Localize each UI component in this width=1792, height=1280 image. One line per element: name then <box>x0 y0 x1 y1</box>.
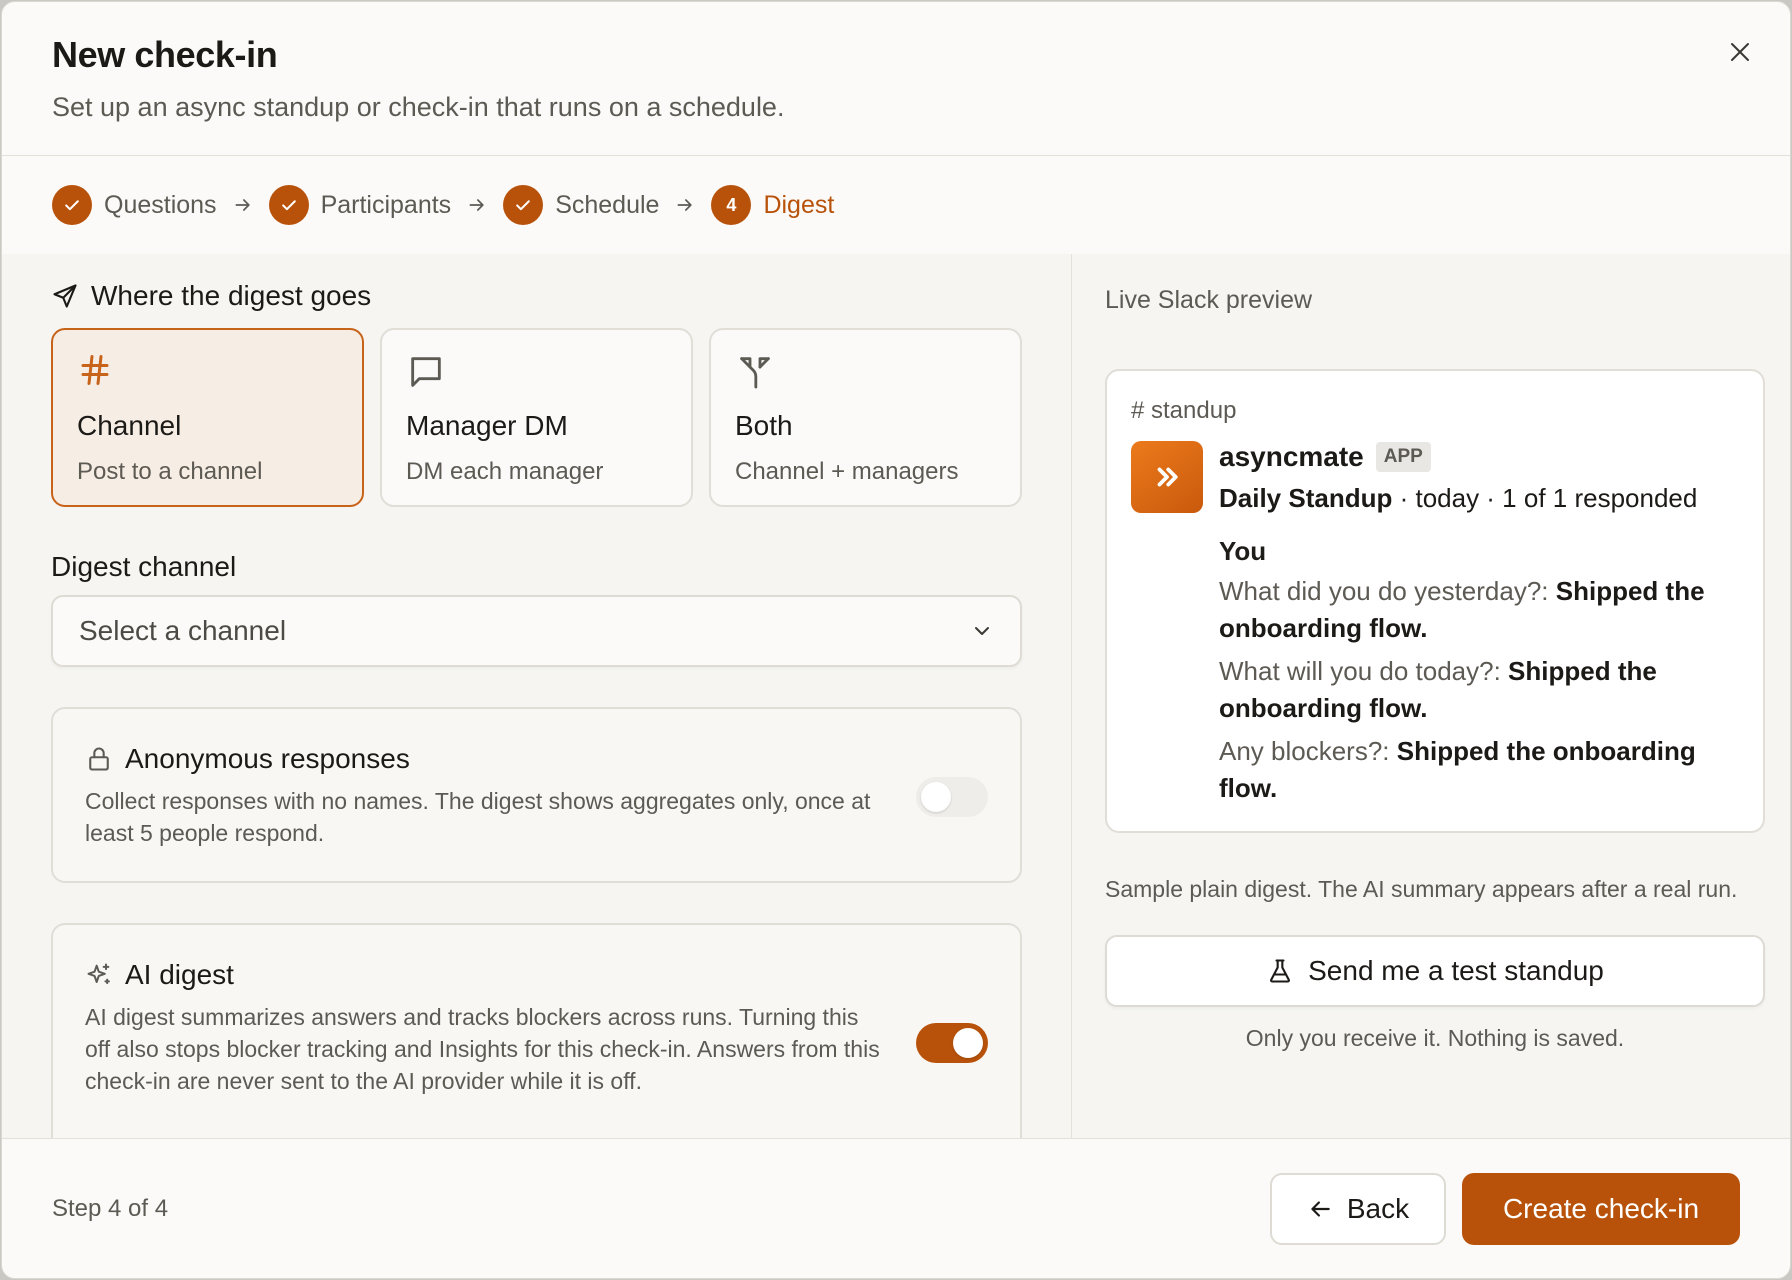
question: What did you do yesterday?: <box>1219 576 1549 606</box>
step-complete-badge <box>268 185 309 225</box>
step-digest[interactable]: 4 Digest <box>711 185 834 225</box>
footer-actions: Back Create check-in <box>1270 1172 1740 1245</box>
chevron-down-icon <box>975 627 989 635</box>
destination-option-desc: Post to a channel <box>77 458 263 485</box>
checkin-summary-line: Daily Standup · today · 1 of 1 responded <box>1219 483 1739 514</box>
flask-icon <box>1266 957 1294 985</box>
create-checkin-button[interactable]: Create check-in <box>1462 1172 1740 1245</box>
destination-option-manager-dm[interactable]: Manager DM DM each manager <box>380 328 693 507</box>
destination-option-name: Both <box>735 410 793 441</box>
step-participants[interactable]: Participants <box>268 185 452 225</box>
step-complete-badge <box>503 185 544 225</box>
checkin-name: Daily Standup <box>1219 483 1393 513</box>
checkin-meta: · today · 1 of 1 responded <box>1392 483 1698 513</box>
toggle-knob <box>921 782 951 812</box>
slack-message: asyncmate APP Daily Standup · today · 1 … <box>1131 441 1739 807</box>
arrow-right-icon <box>675 195 695 215</box>
app-name: asyncmate <box>1219 441 1364 472</box>
qa-item: What did you do yesterday?: Shipped the … <box>1219 573 1739 647</box>
destination-title: Where the digest goes <box>91 280 372 311</box>
destination-option-channel[interactable]: Channel Post to a channel <box>51 328 364 507</box>
dialog-body: Where the digest goes Channel Post to a … <box>2 254 1790 1163</box>
settings-panel: Where the digest goes Channel Post to a … <box>2 254 1072 1163</box>
destination-section-title: Where the digest goes <box>51 280 1022 312</box>
ai-digest-title-text: AI digest <box>125 959 234 990</box>
app-avatar <box>1131 441 1203 513</box>
send-icon <box>51 282 79 310</box>
message-square-icon <box>406 352 667 392</box>
respondent-name: You <box>1219 536 1267 566</box>
check-icon <box>65 200 79 211</box>
qa-item: Any blockers?: Shipped the onboarding fl… <box>1219 733 1739 807</box>
anonymous-title-text: Anonymous responses <box>125 743 410 774</box>
step-schedule[interactable]: Schedule <box>503 185 659 225</box>
close-button[interactable] <box>1720 32 1760 72</box>
destination-option-desc: DM each manager <box>406 458 604 485</box>
send-test-standup-button[interactable]: Send me a test standup <box>1105 935 1765 1007</box>
close-icon <box>1731 43 1749 61</box>
new-checkin-dialog: New check-in Set up an async standup or … <box>1 1 1791 1279</box>
ai-digest-description: AI digest summarizes answers and tracks … <box>85 1004 880 1094</box>
anonymous-description: Collect responses with no names. The dig… <box>85 788 871 846</box>
anonymous-responses-card: Anonymous responses Collect responses wi… <box>51 707 1022 883</box>
digest-channel-placeholder: Select a channel <box>79 615 287 646</box>
anonymous-toggle[interactable] <box>916 777 988 817</box>
stepper: Questions Participants Schedule 4 Digest <box>2 156 1790 254</box>
lock-icon <box>85 745 113 773</box>
dialog-subtitle: Set up an async standup or check-in that… <box>52 92 785 122</box>
step-count: Step 4 of 4 <box>52 1194 169 1222</box>
step-label: Participants <box>320 190 452 219</box>
ai-digest-card: AI digest AI digest summarizes answers a… <box>51 923 1022 1163</box>
destination-option-name: Manager DM <box>406 410 568 441</box>
step-complete-badge <box>52 185 92 225</box>
send-test-label: Send me a test standup <box>1308 955 1604 986</box>
digest-channel-select[interactable]: Select a channel <box>51 595 1022 667</box>
question: What will you do today?: <box>1219 656 1501 686</box>
ai-digest-toggle[interactable] <box>916 1023 988 1063</box>
arrow-right-icon <box>233 195 253 215</box>
sample-digest-note: Sample plain digest. The AI summary appe… <box>1105 876 1738 902</box>
digest-channel-label: Digest channel <box>51 551 237 582</box>
message-header: asyncmate APP <box>1219 441 1739 473</box>
arrow-right-icon <box>467 195 487 215</box>
destination-option-both[interactable]: Both Channel + managers <box>709 328 1022 507</box>
app-badge: APP <box>1375 442 1431 472</box>
dialog-title: New check-in <box>52 34 278 75</box>
slack-preview-card: # standup asyncmate APP Daily Standup · … <box>1105 369 1765 833</box>
check-icon <box>516 200 531 211</box>
hash-icon <box>77 352 338 392</box>
test-note: Only you receive it. Nothing is saved. <box>1245 1025 1625 1051</box>
preview-panel: Live Slack preview # standup asyncmate A… <box>1072 254 1790 1142</box>
dialog-footer: Step 4 of 4 Back Create check-in <box>2 1138 1790 1278</box>
step-label: Questions <box>104 190 217 219</box>
split-icon <box>735 352 996 392</box>
question: Any blockers?: <box>1219 736 1390 766</box>
anonymous-responses-title: Anonymous responses <box>85 743 988 775</box>
chevrons-right-icon <box>1157 467 1178 487</box>
dialog-header: New check-in Set up an async standup or … <box>2 2 1790 156</box>
check-icon <box>281 200 296 211</box>
step-label: Schedule <box>555 190 660 219</box>
arrow-left-icon <box>1307 1196 1333 1222</box>
back-label: Back <box>1346 1192 1410 1224</box>
destination-option-name: Channel <box>77 410 182 441</box>
destination-option-desc: Channel + managers <box>735 458 959 485</box>
step-questions[interactable]: Questions <box>52 185 217 225</box>
step-number-badge: 4 <box>711 185 752 225</box>
ai-digest-title: AI digest <box>85 959 988 991</box>
sparkles-icon <box>85 961 113 989</box>
preview-channel-name: # standup <box>1131 397 1237 424</box>
step-label-active: Digest <box>763 190 835 219</box>
preview-label: Live Slack preview <box>1105 286 1313 314</box>
qa-item: What will you do today?: Shipped the onb… <box>1219 653 1739 727</box>
message-body: asyncmate APP Daily Standup · today · 1 … <box>1219 441 1739 807</box>
destination-options: Channel Post to a channel Manager DM DM … <box>51 328 1022 507</box>
back-button[interactable]: Back <box>1270 1172 1446 1245</box>
toggle-knob <box>953 1028 983 1058</box>
